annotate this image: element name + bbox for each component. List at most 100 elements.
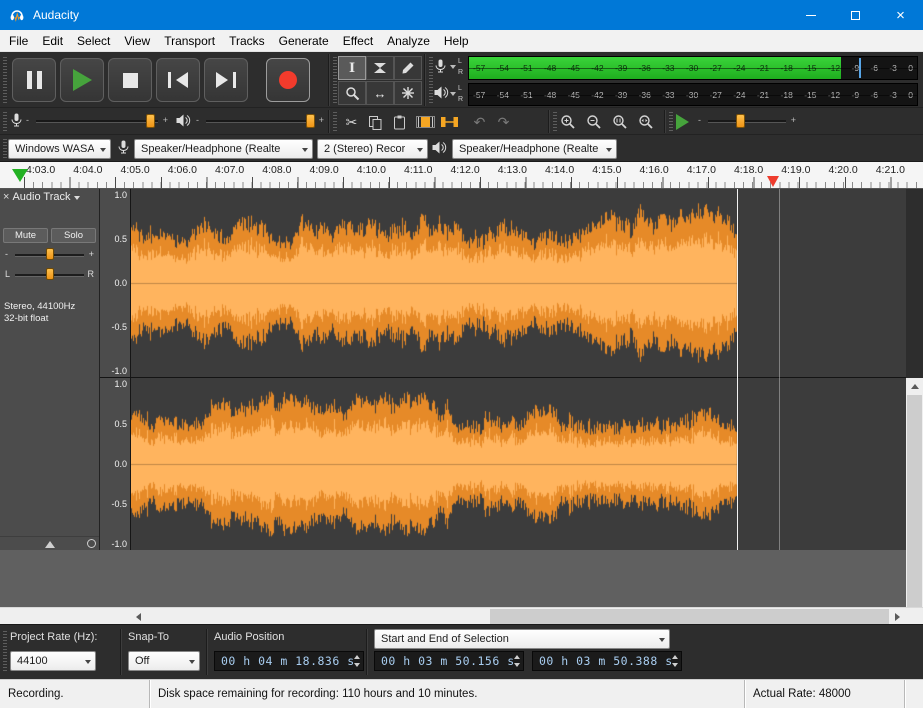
track-title[interactable]: Audio Track bbox=[12, 191, 70, 203]
track-pan-slider[interactable]: L R bbox=[5, 267, 94, 283]
track-close-button[interactable]: × bbox=[3, 191, 9, 203]
time-spinner[interactable] bbox=[352, 655, 361, 667]
scroll-right-button[interactable] bbox=[889, 608, 906, 625]
time-shift-tool-button[interactable]: ↔ bbox=[366, 81, 394, 105]
snap-to-select[interactable]: Off bbox=[128, 651, 200, 671]
timeline-label: 4:06.0 bbox=[168, 164, 197, 176]
zoom-tool-button[interactable] bbox=[338, 81, 366, 105]
selection-toolbar-grip[interactable] bbox=[3, 631, 7, 673]
slider-thumb[interactable] bbox=[46, 268, 54, 280]
recording-meter[interactable]: LR -57-54-51-48-45-42-39-36-33-30-27-24-… bbox=[432, 55, 921, 81]
scroll-left-button[interactable] bbox=[130, 608, 147, 625]
multi-tool-button[interactable] bbox=[394, 81, 422, 105]
record-button[interactable] bbox=[266, 58, 310, 102]
audio-host-select[interactable]: Windows WASA bbox=[8, 139, 111, 159]
recording-volume-slider[interactable]: - + bbox=[26, 112, 168, 130]
playback-device-select[interactable]: Speaker/Headphone (Realte bbox=[452, 139, 617, 159]
play-speed-slider[interactable]: - + bbox=[698, 112, 796, 130]
time-spinner[interactable] bbox=[512, 655, 521, 667]
playback-volume-slider[interactable]: - + bbox=[196, 112, 324, 130]
slider-thumb[interactable] bbox=[736, 114, 745, 128]
selection-tool-button[interactable]: I bbox=[338, 56, 366, 80]
slider-thumb[interactable] bbox=[306, 114, 315, 128]
maximize-button[interactable] bbox=[833, 0, 878, 30]
scissors-icon: ✂ bbox=[346, 115, 358, 129]
track-gain-slider[interactable]: - + bbox=[5, 247, 94, 263]
selection-start-field[interactable]: 00 h 03 m 50.156 s bbox=[374, 651, 524, 671]
mute-button[interactable]: Mute bbox=[3, 228, 48, 243]
waveform-channel-1[interactable] bbox=[131, 189, 906, 377]
redo-button[interactable]: ↷ bbox=[492, 111, 515, 133]
device-toolbar-grip[interactable] bbox=[3, 139, 7, 158]
tools-toolbar-grip[interactable] bbox=[333, 57, 337, 103]
play-button[interactable] bbox=[60, 58, 104, 102]
recording-channels-select[interactable]: 2 (Stereo) Recor bbox=[317, 139, 428, 159]
cut-button[interactable]: ✂ bbox=[340, 111, 363, 133]
zoom-out-button[interactable] bbox=[582, 111, 605, 133]
slider-thumb[interactable] bbox=[46, 248, 54, 260]
mixer-toolbar-grip[interactable] bbox=[3, 112, 7, 132]
menu-item[interactable]: Effect bbox=[336, 30, 380, 51]
trim-audio-button[interactable] bbox=[414, 111, 437, 133]
audio-position-field[interactable]: 00 h 04 m 18.836 s bbox=[214, 651, 364, 671]
track-menu-icon[interactable] bbox=[74, 196, 80, 200]
zoom-fit-button[interactable] bbox=[634, 111, 657, 133]
vertical-ruler-channel-2[interactable]: 1.00.50.0-0.5-1.0 bbox=[100, 378, 131, 550]
pause-button[interactable] bbox=[12, 58, 56, 102]
play-head-pin-icon[interactable] bbox=[12, 169, 28, 182]
speaker-icon[interactable] bbox=[434, 86, 449, 99]
solo-button[interactable]: Solo bbox=[51, 228, 96, 243]
track-info: Stereo, 44100Hz 32-bit float bbox=[4, 301, 95, 326]
edit-toolbar-grip[interactable] bbox=[333, 112, 337, 132]
selection-end-field[interactable]: 00 h 03 m 50.388 s bbox=[532, 651, 682, 671]
play-at-speed-toolbar-grip[interactable] bbox=[669, 112, 673, 132]
paste-button[interactable] bbox=[388, 111, 411, 133]
minimize-button[interactable] bbox=[788, 0, 833, 30]
meter-dropdown-icon[interactable] bbox=[450, 92, 456, 96]
selection-mode-select[interactable]: Start and End of Selection bbox=[374, 629, 670, 649]
toolbar-separator bbox=[328, 54, 329, 106]
menu-item[interactable]: Edit bbox=[35, 30, 70, 51]
redo-icon: ↷ bbox=[498, 115, 510, 129]
recording-meter-bar[interactable]: -57-54-51-48-45-42-39-36-33-30-27-24-21-… bbox=[468, 56, 918, 80]
vertical-ruler-channel-1[interactable]: 1.00.50.0-0.5-1.0 bbox=[100, 189, 131, 377]
timeline-label: 4:07.0 bbox=[215, 164, 244, 176]
menu-item[interactable]: Help bbox=[437, 30, 476, 51]
silence-audio-button[interactable] bbox=[438, 111, 461, 133]
zoom-selection-button[interactable] bbox=[608, 111, 631, 133]
play-at-speed-button[interactable] bbox=[676, 114, 689, 130]
scroll-up-button[interactable] bbox=[906, 378, 923, 395]
menu-item[interactable]: Analyze bbox=[380, 30, 437, 51]
menu-item[interactable]: Select bbox=[70, 30, 117, 51]
chevron-down-icon bbox=[606, 148, 612, 152]
menu-item[interactable]: Tracks bbox=[222, 30, 272, 51]
draw-tool-button[interactable] bbox=[394, 56, 422, 80]
waveform-channel-2[interactable] bbox=[131, 378, 906, 550]
slider-thumb[interactable] bbox=[146, 114, 155, 128]
skip-to-end-button[interactable] bbox=[204, 58, 248, 102]
menu-item[interactable]: Transport bbox=[157, 30, 222, 51]
transport-toolbar-grip[interactable] bbox=[3, 57, 7, 103]
envelope-tool-button[interactable] bbox=[366, 56, 394, 80]
horizontal-scroll-thumb[interactable] bbox=[490, 609, 889, 624]
chevron-down-icon bbox=[302, 148, 308, 152]
close-button[interactable]: × bbox=[878, 0, 923, 30]
playback-meter-bar[interactable]: -57-54-51-48-45-42-39-36-33-30-27-24-21-… bbox=[468, 83, 918, 106]
recording-device-select[interactable]: Speaker/Headphone (Realte bbox=[134, 139, 313, 159]
menu-item[interactable]: View bbox=[117, 30, 157, 51]
timeline-ruler[interactable]: 4:03.04:04.04:05.04:06.04:07.04:08.04:09… bbox=[0, 162, 923, 189]
track-collapse-button[interactable] bbox=[32, 539, 68, 549]
undo-button[interactable]: ↶ bbox=[468, 111, 491, 133]
time-spinner[interactable] bbox=[670, 655, 679, 667]
playback-meter[interactable]: LR -57-54-51-48-45-42-39-36-33-30-27-24-… bbox=[432, 82, 921, 107]
menu-item[interactable]: File bbox=[2, 30, 35, 51]
stop-button[interactable] bbox=[108, 58, 152, 102]
copy-button[interactable] bbox=[364, 111, 387, 133]
skip-to-start-button[interactable] bbox=[156, 58, 200, 102]
meter-dropdown-icon[interactable] bbox=[450, 65, 456, 69]
project-rate-select[interactable]: 44100 bbox=[10, 651, 96, 671]
zoom-in-button[interactable] bbox=[556, 111, 579, 133]
microphone-icon[interactable] bbox=[434, 59, 447, 74]
horizontal-scrollbar[interactable] bbox=[0, 607, 923, 624]
menu-item[interactable]: Generate bbox=[272, 30, 336, 51]
